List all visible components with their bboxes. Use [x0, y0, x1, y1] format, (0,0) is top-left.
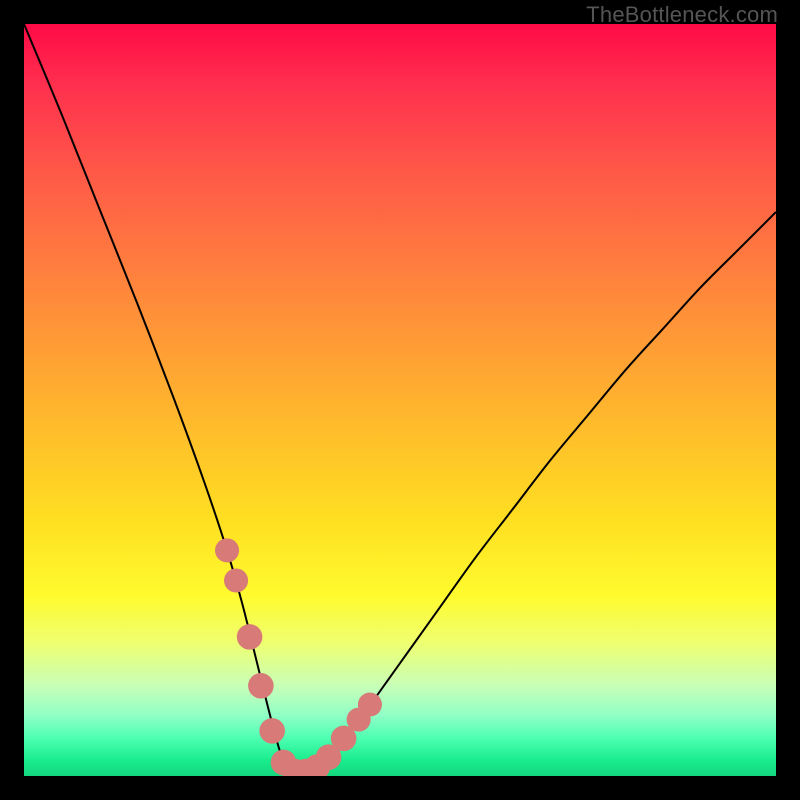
curve-marker [237, 624, 263, 650]
curve-marker [224, 568, 248, 592]
chart-frame: TheBottleneck.com [0, 0, 800, 800]
curve-svg [24, 24, 776, 776]
curve-marker [248, 673, 274, 699]
curve-marker [259, 718, 285, 744]
bottleneck-curve [24, 24, 776, 773]
plot-area [24, 24, 776, 776]
curve-markers [215, 538, 382, 776]
curve-marker [215, 538, 239, 562]
curve-marker [358, 693, 382, 717]
